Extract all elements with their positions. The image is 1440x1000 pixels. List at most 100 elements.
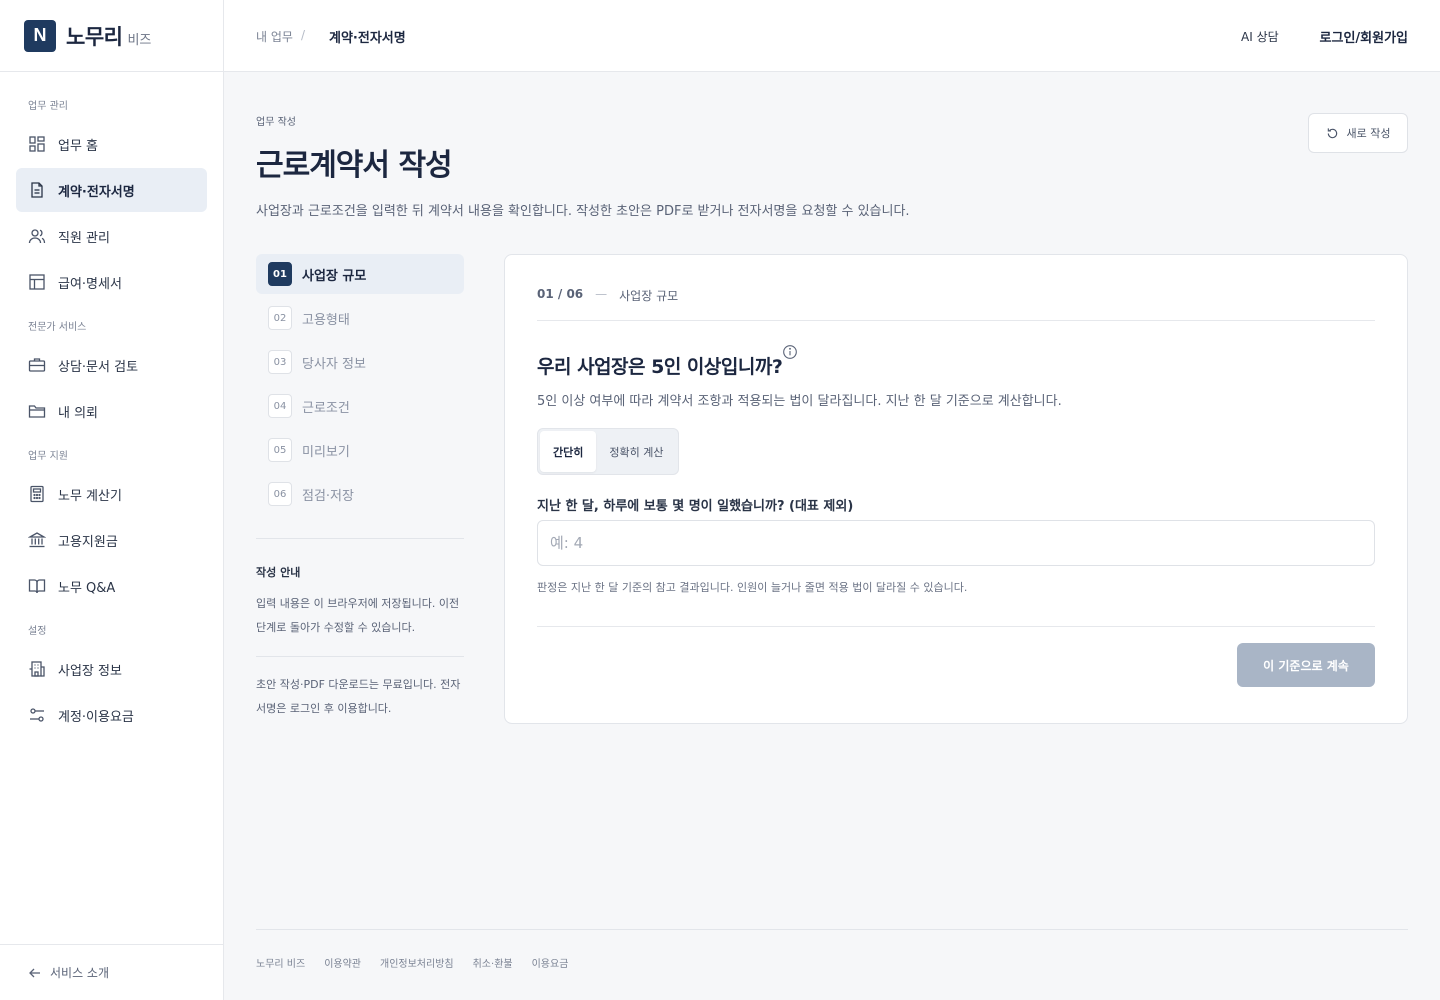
sidebar-item-contract[interactable]: 계약·전자서명 <box>16 168 207 212</box>
question-title: 우리 사업장은 5인 이상입니까? <box>537 356 783 378</box>
step-item[interactable]: 01 사업장 규모 <box>256 254 464 294</box>
step-item[interactable]: 06 점검·저장 <box>256 474 464 514</box>
mode-simple-button[interactable]: 간단히 <box>540 431 597 472</box>
nav-section-title: 전문가 서비스 <box>28 322 87 333</box>
sidebar-item-account[interactable]: 계정·이용요금 <box>16 693 207 737</box>
headcount-help: 판정은 지난 한 달 기준의 참고 결과입니다. 인원이 늘거나 줄면 적용 법… <box>537 581 968 594</box>
step-number: 03 <box>268 350 292 374</box>
mode-exact-button[interactable]: 정확히 계산 <box>596 431 676 472</box>
page-description: 사업장과 근로조건을 입력한 뒤 계약서 내용을 확인합니다. 작성한 초안은 … <box>256 204 910 219</box>
page-title: 근로계약서 작성 <box>256 148 453 183</box>
guide-text-pricing: 초안 작성·PDF 다운로드는 무료입니다. 전자서명은 로그인 후 이용합니다… <box>256 678 461 715</box>
nav-section-title: 설정 <box>28 626 47 637</box>
card-divider <box>537 626 1375 627</box>
brand-sub: 비즈 <box>127 33 152 48</box>
sidebar-item-label: 업무 홈 <box>58 138 99 154</box>
card-header: 01 / 06 — 사업장 규모 <box>537 287 1375 321</box>
step-item[interactable]: 03 당사자 정보 <box>256 342 464 382</box>
breadcrumb-separator: / <box>301 28 306 42</box>
sidebar: N 노무리 비즈 업무 관리 업무 홈 계약·전자서명 직원 관리 급여·명세서… <box>0 0 224 1000</box>
step-item[interactable]: 05 미리보기 <box>256 430 464 470</box>
sidebar-item-label: 계약·전자서명 <box>58 184 135 200</box>
login-signup-link[interactable]: 로그인/회원가입 <box>1320 27 1408 46</box>
new-draft-button[interactable]: 새로 작성 <box>1308 113 1408 153</box>
sidebar-item-qna[interactable]: 노무 Q&A <box>16 564 207 608</box>
bank-icon <box>28 532 46 548</box>
breadcrumb-current: 계약·전자서명 <box>329 31 406 46</box>
guide-title: 작성 안내 <box>256 566 301 579</box>
step-counter: 01 / 06 <box>537 287 584 301</box>
topbar: 내 업무 / 계약·전자서명 AI 상담 로그인/회원가입 <box>224 0 1440 72</box>
ai-consult-link[interactable]: AI 상담 <box>1241 28 1279 45</box>
sidebar-item-subsidy[interactable]: 고용지원금 <box>16 518 207 562</box>
step-number: 02 <box>268 306 292 330</box>
step-number: 04 <box>268 394 292 418</box>
folder-icon <box>28 405 46 418</box>
info-icon[interactable] <box>782 344 798 360</box>
sidebar-item-work-home[interactable]: 업무 홈 <box>16 122 207 166</box>
sidebar-item-payroll[interactable]: 급여·명세서 <box>16 260 207 304</box>
refresh-icon <box>1327 127 1337 138</box>
step-list: 01 사업장 규모 02 고용형태 03 당사자 정보 04 근로조건 05 미… <box>256 254 464 518</box>
question-description: 5인 이상 여부에 따라 계약서 조항과 적용되는 법이 달라집니다. 지난 한… <box>537 394 1062 409</box>
headcount-input[interactable] <box>537 520 1375 566</box>
sidebar-nav: 업무 관리 업무 홈 계약·전자서명 직원 관리 급여·명세서 전문가 서비스 … <box>0 72 223 737</box>
footer-link-terms[interactable]: 이용약관 <box>324 955 361 970</box>
grid-icon <box>29 136 45 152</box>
brand[interactable]: N 노무리 비즈 <box>0 0 223 72</box>
sidebar-item-label: 내 의뢰 <box>58 405 99 421</box>
question-card: 01 / 06 — 사업장 규모 우리 사업장은 5인 이상입니까? 5인 이상… <box>504 254 1408 724</box>
service-intro-label: 서비스 소개 <box>50 966 110 980</box>
step-item[interactable]: 04 근로조건 <box>256 386 464 426</box>
sidebar-item-label: 노무 계산기 <box>58 488 122 504</box>
sidebar-item-label: 노무 Q&A <box>58 580 116 596</box>
nav-section-title: 업무 관리 <box>28 101 68 112</box>
sidebar-item-workplace[interactable]: 사업장 정보 <box>16 647 207 691</box>
briefcase-icon <box>28 358 46 372</box>
writing-guide: 작성 안내 입력 내용은 이 브라우저에 저장됩니다. 이전 단계로 돌아가 수… <box>256 538 464 721</box>
sidebar-item-my-requests[interactable]: 내 의뢰 <box>16 389 207 433</box>
footer-link-pricing[interactable]: 이용요금 <box>532 955 569 970</box>
step-number: 01 <box>268 262 292 286</box>
sidebar-item-calculator[interactable]: 노무 계산기 <box>16 472 207 516</box>
settings-sliders-icon <box>30 708 44 722</box>
service-intro-link[interactable]: 서비스 소개 <box>0 944 223 1000</box>
footer-brand: 노무리 비즈 <box>256 959 306 970</box>
headcount-label: 지난 한 달, 하루에 보통 몇 명이 일했습니까? (대표 제외) <box>537 499 854 514</box>
users-icon <box>28 229 46 244</box>
sidebar-item-label: 사업장 정보 <box>58 663 122 679</box>
building-icon <box>29 661 45 677</box>
footer-link-refund[interactable]: 취소·환불 <box>473 955 513 970</box>
continue-button[interactable]: 이 기준으로 계속 <box>1237 643 1375 687</box>
sidebar-item-label: 계정·이용요금 <box>58 709 134 725</box>
guide-text-storage: 입력 내용은 이 브라우저에 저장됩니다. 이전 단계로 돌아가 수정할 수 있… <box>256 592 464 657</box>
step-label: 미리보기 <box>302 444 350 460</box>
mode-toggle: 간단히 정확히 계산 <box>537 428 680 475</box>
footer: 노무리 비즈 이용약관 개인정보처리방침 취소·환불 이용요금 <box>256 929 1408 970</box>
calculator-icon <box>30 485 44 503</box>
step-label: 근로조건 <box>302 400 350 416</box>
sidebar-item-label: 직원 관리 <box>58 230 110 246</box>
step-label: 고용형태 <box>302 312 350 328</box>
document-icon <box>31 182 43 198</box>
step-label: 사업장 규모 <box>302 268 367 284</box>
step-number: 05 <box>268 438 292 462</box>
sidebar-item-employees[interactable]: 직원 관리 <box>16 214 207 258</box>
sidebar-item-consulting[interactable]: 상담·문서 검토 <box>16 343 207 387</box>
book-icon <box>28 579 46 594</box>
step-dash: — <box>595 287 608 301</box>
page-eyebrow: 업무 작성 <box>256 117 296 128</box>
sidebar-item-label: 고용지원금 <box>58 534 118 550</box>
step-label: 당사자 정보 <box>302 356 366 372</box>
sidebar-item-label: 상담·문서 검토 <box>58 359 139 375</box>
breadcrumb-my-work[interactable]: 내 업무 <box>256 28 293 45</box>
step-number: 06 <box>268 482 292 506</box>
nav-section-title: 업무 지원 <box>28 451 68 462</box>
brand-name: 노무리 <box>66 24 123 49</box>
step-name: 사업장 규모 <box>619 289 679 303</box>
footer-link-privacy[interactable]: 개인정보처리방침 <box>380 955 454 970</box>
step-item[interactable]: 02 고용형태 <box>256 298 464 338</box>
new-draft-label: 새로 작성 <box>1346 127 1391 140</box>
table-icon <box>29 274 45 290</box>
step-label: 점검·저장 <box>302 488 354 504</box>
